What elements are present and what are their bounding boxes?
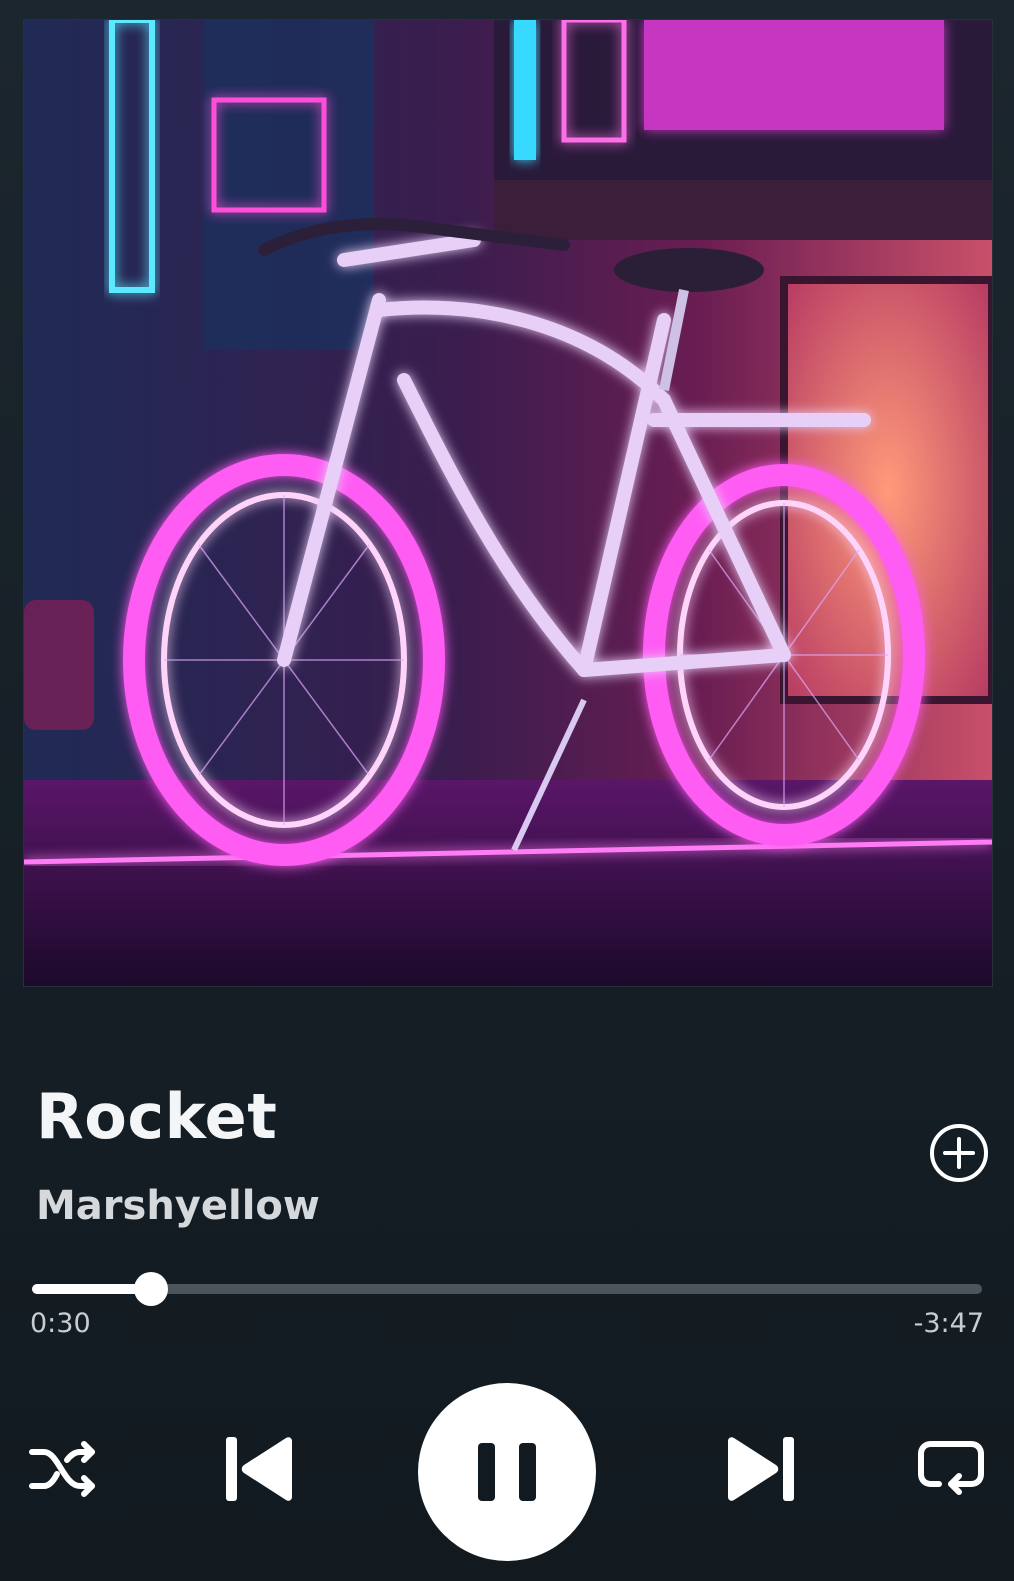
skip-next-icon xyxy=(728,1437,794,1501)
add-to-library-button[interactable] xyxy=(929,1123,989,1183)
playback-progress-slider[interactable] xyxy=(32,1272,982,1306)
repeat-button[interactable] xyxy=(917,1438,985,1500)
album-artwork-image xyxy=(24,20,992,986)
progress-thumb[interactable] xyxy=(133,1272,168,1306)
track-artist[interactable]: Marshyellow xyxy=(36,1186,320,1226)
skip-previous-icon xyxy=(226,1437,292,1501)
album-artwork xyxy=(24,20,992,986)
previous-track-button[interactable] xyxy=(222,1431,298,1507)
now-playing-screen: Rocket Marshyellow 0:30 -3:47 xyxy=(0,0,1014,1581)
progress-track xyxy=(32,1284,982,1294)
next-track-button[interactable] xyxy=(722,1431,798,1507)
pause-button[interactable] xyxy=(418,1383,596,1561)
shuffle-button[interactable] xyxy=(28,1438,100,1500)
plus-circle-icon xyxy=(930,1124,988,1182)
track-title: Rocket xyxy=(36,1080,278,1153)
repeat-icon xyxy=(918,1441,984,1495)
shuffle-icon xyxy=(29,1441,95,1497)
pause-icon xyxy=(478,1443,536,1501)
remaining-time: -3:47 xyxy=(913,1308,984,1339)
elapsed-time: 0:30 xyxy=(30,1308,91,1339)
